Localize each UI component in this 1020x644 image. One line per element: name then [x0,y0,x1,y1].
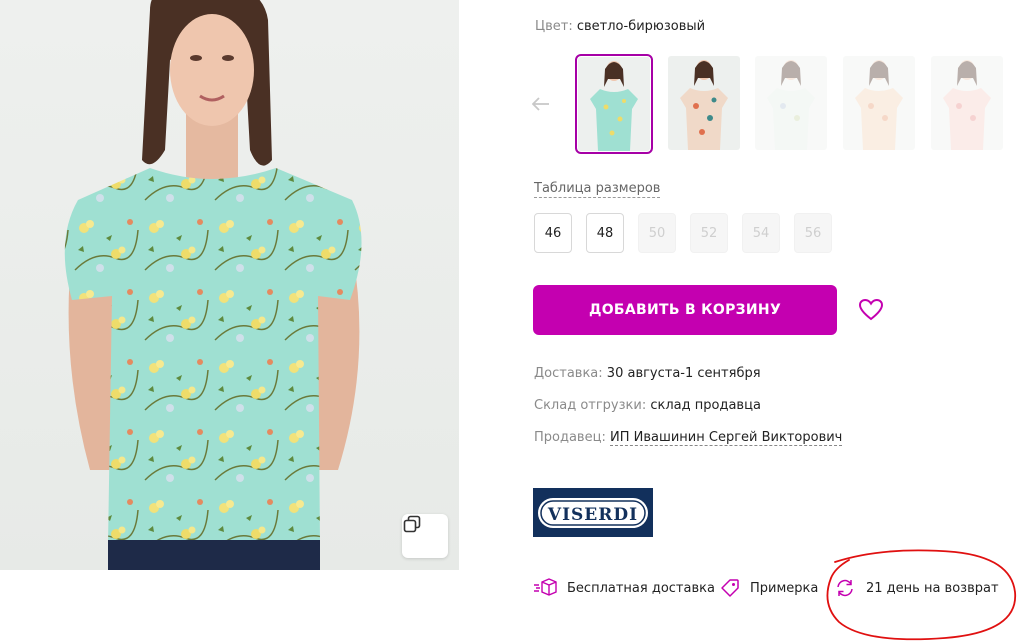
delivery-info: Доставка: 30 августа-1 сентября [534,366,761,381]
feature-fitting: Примерка [720,578,818,598]
thumbnails-prev-button[interactable] [530,92,552,116]
warehouse-value: склад продавца [650,398,761,413]
delivery-label: Доставка: [534,366,603,381]
color-value: светло-бирюзовый [576,19,706,34]
copy-icon [403,515,421,533]
color-label: Цвет: [535,19,573,34]
seller-label: Продавец: [534,430,606,445]
thumbnail-mint-floral[interactable] [575,54,653,154]
heart-icon [858,298,884,321]
product-photo[interactable] [0,0,459,570]
warehouse-label: Склад отгрузки: [534,398,647,413]
seller-link[interactable]: ИП Ивашинин Сергей Викторович [609,430,843,446]
box-delivery-icon [534,578,557,596]
seller-info: Продавец: ИП Ивашинин Сергей Викторович [534,430,843,446]
warehouse-info: Склад отгрузки: склад продавца [534,398,761,413]
arrow-left-icon [532,97,549,111]
add-to-cart-button[interactable]: ДОБАВИТЬ В КОРЗИНУ [533,285,837,335]
size-option-48[interactable]: 48 [586,213,624,253]
thumbnail-image [578,57,650,151]
thumbnail-image [668,56,740,150]
size-option-52: 52 [690,213,728,253]
size-option-54: 54 [742,213,780,253]
red-circle-annotation [826,549,1016,641]
thumbnail-image [755,56,827,150]
delivery-date: 30 августа-1 сентября [606,366,761,381]
svg-text:VISERDI: VISERDI [547,505,638,525]
color-info: Цвет: светло-бирюзовый [535,19,705,34]
thumbnail-image [843,56,915,150]
feature-free-delivery-label: Бесплатная доставка [567,580,715,596]
size-table-link[interactable]: Таблица размеров [534,181,661,198]
zoom-button[interactable] [402,514,448,558]
feature-free-delivery: Бесплатная доставка [533,578,715,598]
thumbnail-peach-floral[interactable] [843,56,915,150]
thumbnail-pale-floral[interactable] [755,56,827,150]
thumbnail-coral-floral[interactable] [668,56,740,150]
thumbnail-image [931,56,1003,150]
size-option-56: 56 [794,213,832,253]
thumbnail-pink-floral[interactable] [931,56,1003,150]
favorite-button[interactable] [858,298,884,322]
size-option-46[interactable]: 46 [534,213,572,253]
tag-icon [721,579,739,597]
brand-logo[interactable]: VISERDI [533,488,653,537]
feature-fitting-label: Примерка [750,580,819,596]
model-photo-illustration [64,0,362,570]
size-option-50: 50 [638,213,676,253]
viserdi-logo: VISERDI [538,497,648,528]
